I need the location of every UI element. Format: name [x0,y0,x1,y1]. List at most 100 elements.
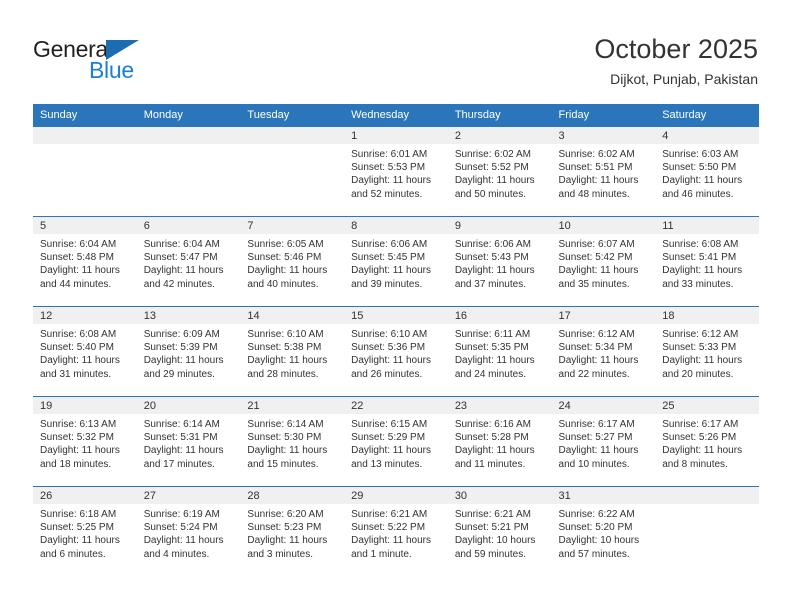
day-cell[interactable]: 4 Sunrise: 6:03 AM Sunset: 5:50 PM Dayli… [655,126,759,217]
day-number: 9 [447,217,552,234]
sunrise-text: Sunrise: 6:13 AM [40,419,117,430]
sunrise-text: Sunrise: 6:04 AM [143,239,220,250]
day-cell[interactable]: 30 Sunrise: 6:21 AM Sunset: 5:21 PM Dayl… [447,486,552,576]
day-number: 5 [33,217,137,234]
day-number: 15 [344,307,448,324]
day-cell[interactable]: 29 Sunrise: 6:21 AM Sunset: 5:22 PM Dayl… [344,486,448,576]
day-details: Sunrise: 6:10 AM Sunset: 5:38 PM Dayligh… [240,324,344,381]
day-cell[interactable]: 20 Sunrise: 6:14 AM Sunset: 5:31 PM Dayl… [136,396,241,487]
daylight-text: Daylight: 11 hours and 42 minutes. [143,265,224,290]
sunrise-text: Sunrise: 6:09 AM [143,329,220,340]
day-cell[interactable]: 24 Sunrise: 6:17 AM Sunset: 5:27 PM Dayl… [551,396,656,487]
day-number: 27 [136,487,241,504]
sunrise-text: Sunrise: 6:02 AM [558,149,635,160]
title-block: October 2025 Dijkot, Punjab, Pakistan [594,33,758,90]
day-cell[interactable]: 2 Sunrise: 6:02 AM Sunset: 5:52 PM Dayli… [447,126,552,217]
sunset-text: Sunset: 5:29 PM [351,432,426,444]
day-cell[interactable]: 18 Sunrise: 6:12 AM Sunset: 5:33 PM Dayl… [655,306,759,397]
sunrise-text: Sunrise: 6:17 AM [662,419,739,430]
day-cell[interactable]: 15 Sunrise: 6:10 AM Sunset: 5:36 PM Dayl… [344,306,448,397]
daylight-text: Daylight: 11 hours and 8 minutes. [662,445,743,470]
day-number: 8 [344,217,448,234]
day-details: Sunrise: 6:06 AM Sunset: 5:43 PM Dayligh… [448,234,552,291]
calendar-week-row: 19 Sunrise: 6:13 AM Sunset: 5:32 PM Dayl… [33,396,759,487]
day-cell[interactable]: 8 Sunrise: 6:06 AM Sunset: 5:45 PM Dayli… [344,216,448,307]
daylight-text: Daylight: 11 hours and 6 minutes. [40,535,120,560]
day-number: 3 [551,127,656,144]
sunset-text: Sunset: 5:36 PM [351,342,426,354]
day-cell[interactable]: 13 Sunrise: 6:09 AM Sunset: 5:39 PM Dayl… [136,306,241,397]
day-number: 6 [136,217,241,234]
weekday-header-wednesday: Wednesday [344,104,448,127]
day-details: Sunrise: 6:03 AM Sunset: 5:50 PM Dayligh… [655,144,759,201]
page-subtitle: Dijkot, Punjab, Pakistan [610,71,758,87]
day-details: Sunrise: 6:21 AM Sunset: 5:21 PM Dayligh… [448,504,552,561]
day-cell[interactable]: 10 Sunrise: 6:07 AM Sunset: 5:42 PM Dayl… [551,216,656,307]
daylight-text: Daylight: 11 hours and 44 minutes. [40,265,120,290]
day-cell[interactable]: 26 Sunrise: 6:18 AM Sunset: 5:25 PM Dayl… [33,486,137,576]
sunrise-text: Sunrise: 6:14 AM [143,419,220,430]
sunrise-text: Sunrise: 6:10 AM [351,329,428,340]
day-number: 14 [240,307,345,324]
day-cell[interactable]: 5 Sunrise: 6:04 AM Sunset: 5:48 PM Dayli… [33,216,137,307]
day-details: Sunrise: 6:04 AM Sunset: 5:47 PM Dayligh… [137,234,241,291]
logo-text-blue: Blue [89,57,134,83]
sunset-text: Sunset: 5:38 PM [247,342,322,354]
daylight-text: Daylight: 11 hours and 4 minutes. [143,535,224,560]
day-cell[interactable]: 9 Sunrise: 6:06 AM Sunset: 5:43 PM Dayli… [447,216,552,307]
sunrise-text: Sunrise: 6:07 AM [558,239,635,250]
day-cell[interactable]: 25 Sunrise: 6:17 AM Sunset: 5:26 PM Dayl… [655,396,759,487]
day-details: Sunrise: 6:14 AM Sunset: 5:30 PM Dayligh… [240,414,344,471]
day-cell[interactable]: 11 Sunrise: 6:08 AM Sunset: 5:41 PM Dayl… [655,216,759,307]
day-number: 29 [344,487,448,504]
page-header: General Blue October 2025 Dijkot, Punjab… [0,0,792,100]
weekday-header-thursday: Thursday [447,104,552,127]
sunrise-text: Sunrise: 6:10 AM [247,329,324,340]
daylight-text: Daylight: 11 hours and 24 minutes. [454,355,535,380]
sunset-text: Sunset: 5:35 PM [454,342,529,354]
day-details: Sunrise: 6:11 AM Sunset: 5:35 PM Dayligh… [448,324,552,381]
day-cell[interactable]: 6 Sunrise: 6:04 AM Sunset: 5:47 PM Dayli… [136,216,241,307]
day-cell[interactable]: 16 Sunrise: 6:11 AM Sunset: 5:35 PM Dayl… [447,306,552,397]
daylight-text: Daylight: 11 hours and 11 minutes. [454,445,535,470]
sunset-text: Sunset: 5:42 PM [558,252,633,264]
daylight-text: Daylight: 11 hours and 28 minutes. [247,355,328,380]
day-cell[interactable]: 21 Sunrise: 6:14 AM Sunset: 5:30 PM Dayl… [240,396,345,487]
sunset-text: Sunset: 5:43 PM [454,252,529,264]
day-number: 23 [447,397,552,414]
sunrise-text: Sunrise: 6:04 AM [40,239,117,250]
sunset-text: Sunset: 5:27 PM [558,432,633,444]
sunset-text: Sunset: 5:21 PM [454,522,529,534]
sunrise-text: Sunrise: 6:01 AM [351,149,428,160]
day-cell[interactable]: 14 Sunrise: 6:10 AM Sunset: 5:38 PM Dayl… [240,306,345,397]
day-details: Sunrise: 6:19 AM Sunset: 5:24 PM Dayligh… [137,504,241,561]
sunset-text: Sunset: 5:50 PM [662,162,737,174]
sunset-text: Sunset: 5:31 PM [143,432,218,444]
daylight-text: Daylight: 11 hours and 26 minutes. [351,355,431,380]
day-cell[interactable]: 22 Sunrise: 6:15 AM Sunset: 5:29 PM Dayl… [344,396,448,487]
day-number: 17 [551,307,656,324]
sunset-text: Sunset: 5:33 PM [662,342,737,354]
day-number: 24 [551,397,656,414]
daylight-text: Daylight: 11 hours and 48 minutes. [558,175,639,200]
day-number [240,127,345,144]
sunset-text: Sunset: 5:24 PM [143,522,218,534]
day-cell[interactable]: 17 Sunrise: 6:12 AM Sunset: 5:34 PM Dayl… [551,306,656,397]
day-cell[interactable]: 12 Sunrise: 6:08 AM Sunset: 5:40 PM Dayl… [33,306,137,397]
day-cell[interactable]: 3 Sunrise: 6:02 AM Sunset: 5:51 PM Dayli… [551,126,656,217]
day-cell[interactable]: 23 Sunrise: 6:16 AM Sunset: 5:28 PM Dayl… [447,396,552,487]
daylight-text: Daylight: 11 hours and 10 minutes. [558,445,639,470]
day-details: Sunrise: 6:04 AM Sunset: 5:48 PM Dayligh… [33,234,137,291]
day-cell[interactable]: 31 Sunrise: 6:22 AM Sunset: 5:20 PM Dayl… [551,486,656,576]
day-cell[interactable]: 28 Sunrise: 6:20 AM Sunset: 5:23 PM Dayl… [240,486,345,576]
day-number: 12 [33,307,137,324]
day-cell[interactable]: 7 Sunrise: 6:05 AM Sunset: 5:46 PM Dayli… [240,216,345,307]
day-cell[interactable]: 1 Sunrise: 6:01 AM Sunset: 5:53 PM Dayli… [344,126,448,217]
sunset-text: Sunset: 5:45 PM [351,252,426,264]
sunrise-text: Sunrise: 6:03 AM [662,149,739,160]
day-cell[interactable]: 19 Sunrise: 6:13 AM Sunset: 5:32 PM Dayl… [33,396,137,487]
day-cell[interactable]: 27 Sunrise: 6:19 AM Sunset: 5:24 PM Dayl… [136,486,241,576]
day-details: Sunrise: 6:02 AM Sunset: 5:52 PM Dayligh… [448,144,552,201]
day-number [136,127,241,144]
day-details: Sunrise: 6:12 AM Sunset: 5:34 PM Dayligh… [552,324,656,381]
